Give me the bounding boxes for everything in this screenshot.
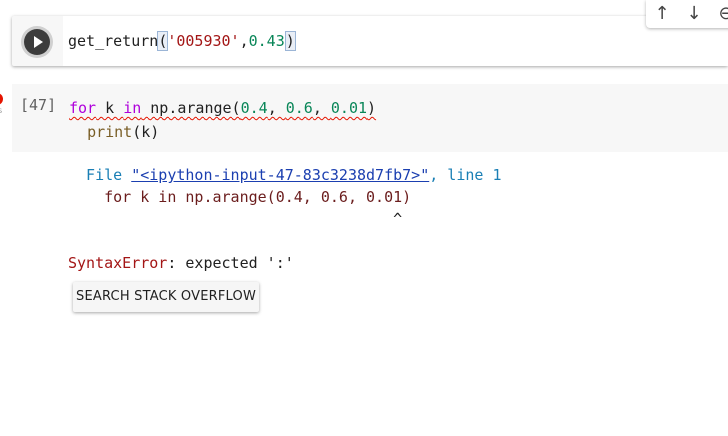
svg-text:s: s [0,106,2,115]
error-name: SyntaxError [68,254,168,272]
close-paren: ) [367,99,377,117]
print-arg: (k) [132,123,160,141]
separator: , [312,99,331,117]
loop-var: k [96,99,124,117]
executed-code[interactable]: for k in np.arange(0.4, 0.6, 0.01) print… [69,96,376,144]
active-code-cell[interactable]: get_return('005930',0.43) [12,16,728,66]
arange-call: np.arange( [141,99,241,117]
for-keyword: for [69,99,97,117]
cell-output: File "<ipython-input-47-83c3238d7fb7>", … [68,164,501,274]
arange-start: 0.4 [240,99,268,117]
source-keyword: for [104,188,132,206]
number-arg: 0.43 [248,32,285,50]
cell-toolbar: ↑ ↓ ⊖ [646,0,728,28]
traceback-file-link[interactable]: "<ipython-input-47-83c3238d7fb7>" [131,166,429,184]
code-line: get_return('005930',0.43) [68,31,296,51]
close-paren: ) [284,31,296,51]
line-number: , line 1 [429,166,502,184]
arange-stop: 0.6 [285,99,313,117]
run-cell-button[interactable] [24,29,50,55]
syntax-error-underline: for k in np.arange(0.4, 0.6, 0.01) [69,99,376,117]
comma: , [239,32,249,50]
arange-step: 0.01 [330,99,368,117]
separator: , [267,99,286,117]
error-indicator-icon: s [0,93,3,115]
code-editor[interactable]: get_return('005930',0.43) [63,16,728,66]
open-paren: ( [157,31,169,51]
error-message: : expected ':' [167,254,294,272]
execution-count: [47] [20,96,57,114]
print-function: print [87,123,133,141]
string-arg: '005930' [167,32,240,50]
file-label: File [68,166,132,184]
function-name: get_return [68,32,159,50]
move-down-icon[interactable]: ↓ [684,4,704,24]
in-keyword: in [123,99,142,117]
search-stack-overflow-button[interactable]: SEARCH STACK OVERFLOW [73,282,259,312]
link-icon[interactable]: ⊖ [716,4,728,24]
move-up-icon[interactable]: ↑ [652,4,672,24]
source-line: k in np.arange(0.4, 0.6, 0.01) [131,188,412,206]
error-caret: ^ [68,210,403,228]
